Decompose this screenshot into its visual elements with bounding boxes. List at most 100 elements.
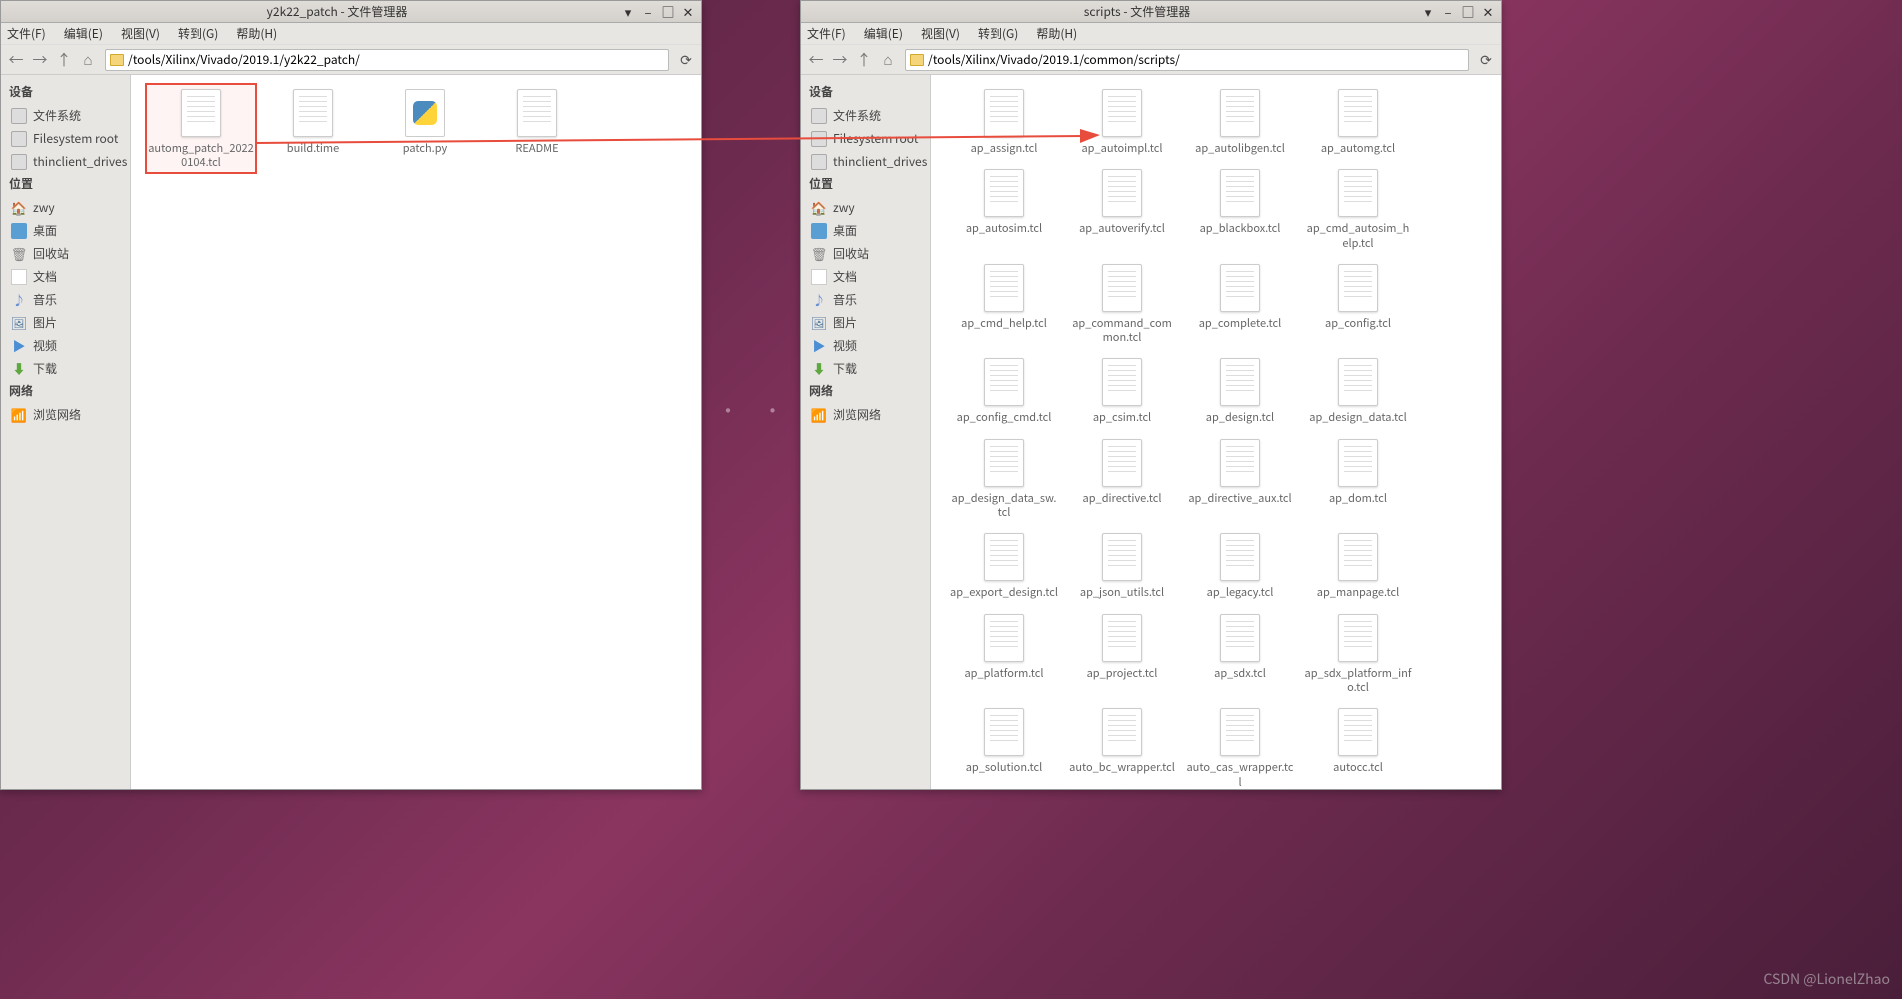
menu-edit[interactable]: 编辑(E) <box>64 25 103 42</box>
file-item[interactable]: ap_autosim.tcl <box>945 163 1063 254</box>
menu-view[interactable]: 视图(V) <box>121 25 160 42</box>
file-label: auto_bc_wrapper.tcl <box>1069 760 1175 774</box>
forward-icon[interactable]: → <box>829 49 851 71</box>
reload-icon[interactable]: ⟳ <box>1475 49 1497 71</box>
file-item[interactable]: ap_directive.tcl <box>1063 433 1181 524</box>
minimize-icon[interactable]: – <box>1439 5 1457 19</box>
file-item[interactable]: auto_cas_wrapper.tcl <box>1181 702 1299 789</box>
sidebar-item[interactable]: ▶视频 <box>801 334 930 357</box>
up-icon[interactable]: ↑ <box>53 49 75 71</box>
file-label: ap_platform.tcl <box>964 666 1043 680</box>
sidebar-item[interactable]: Filesystem root <box>1 127 130 150</box>
reload-icon[interactable]: ⟳ <box>675 49 697 71</box>
files-pane[interactable]: ap_assign.tclap_autoimpl.tclap_autolibge… <box>931 75 1501 789</box>
file-item[interactable]: README <box>481 83 593 174</box>
sidebar-item[interactable]: 文件系统 <box>801 104 930 127</box>
menu-view[interactable]: 视图(V) <box>921 25 960 42</box>
sidebar-item[interactable]: 🏠zwy <box>801 196 930 219</box>
file-item[interactable]: ap_platform.tcl <box>945 608 1063 699</box>
file-item[interactable]: ap_config_cmd.tcl <box>945 352 1063 428</box>
file-item[interactable]: ap_cmd_help.tcl <box>945 258 1063 349</box>
file-item[interactable]: ap_blackbox.tcl <box>1181 163 1299 254</box>
file-item[interactable]: ap_dom.tcl <box>1299 433 1417 524</box>
text-file-icon <box>1338 169 1378 217</box>
file-item[interactable]: ap_cmd_autosim_help.tcl <box>1299 163 1417 254</box>
dropdown-icon[interactable]: ▾ <box>619 5 637 19</box>
maximize-icon[interactable]: □ <box>1459 5 1477 19</box>
close-icon[interactable]: ✕ <box>1479 5 1497 19</box>
sidebar-item[interactable]: 文件系统 <box>1 104 130 127</box>
sidebar-item[interactable]: 🏠zwy <box>1 196 130 219</box>
file-item[interactable]: patch.py <box>369 83 481 174</box>
address-bar[interactable]: /tools/Xilinx/Vivado/2019.1/y2k22_patch/ <box>105 49 669 71</box>
sidebar-item[interactable]: 文档 <box>1 265 130 288</box>
menu-file[interactable]: 文件(F) <box>7 25 46 42</box>
file-item[interactable]: ap_assign.tcl <box>945 83 1063 159</box>
file-item[interactable]: ap_design_data.tcl <box>1299 352 1417 428</box>
sidebar-item[interactable]: ♪音乐 <box>1 288 130 311</box>
file-item[interactable]: ap_legacy.tcl <box>1181 527 1299 603</box>
back-icon[interactable]: ← <box>805 49 827 71</box>
file-item[interactable]: ap_design_data_sw.tcl <box>945 433 1063 524</box>
sidebar-item[interactable]: thinclient_drives <box>1 150 130 173</box>
sidebar-item-label: zwy <box>33 199 55 216</box>
sidebar-item[interactable]: 🖼图片 <box>801 311 930 334</box>
files-pane[interactable]: automg_patch_20220104.tclbuild.timepatch… <box>131 75 701 789</box>
titlebar[interactable]: y2k22_patch - 文件管理器 ▾ – □ ✕ <box>1 1 701 23</box>
file-item[interactable]: ap_config.tcl <box>1299 258 1417 349</box>
close-icon[interactable]: ✕ <box>679 5 697 19</box>
file-item[interactable]: ap_autoverify.tcl <box>1063 163 1181 254</box>
text-file-icon <box>984 533 1024 581</box>
file-item[interactable]: automg_patch_20220104.tcl <box>145 83 257 174</box>
file-item[interactable]: ap_autoimpl.tcl <box>1063 83 1181 159</box>
sidebar-item[interactable]: Filesystem root <box>801 127 930 150</box>
titlebar[interactable]: scripts - 文件管理器 ▾ – □ ✕ <box>801 1 1501 23</box>
file-item[interactable]: ap_solution.tcl <box>945 702 1063 789</box>
menu-file[interactable]: 文件(F) <box>807 25 846 42</box>
menu-goto[interactable]: 转到(G) <box>178 25 218 42</box>
sidebar-item[interactable]: 📶浏览网络 <box>801 403 930 426</box>
file-item[interactable]: auto_bc_wrapper.tcl <box>1063 702 1181 789</box>
file-item[interactable]: ap_autolibgen.tcl <box>1181 83 1299 159</box>
menu-goto[interactable]: 转到(G) <box>978 25 1018 42</box>
sidebar-item[interactable]: 桌面 <box>1 219 130 242</box>
sidebar-item[interactable]: 桌面 <box>801 219 930 242</box>
minimize-icon[interactable]: – <box>639 5 657 19</box>
file-item[interactable]: ap_sdx_platform_info.tcl <box>1299 608 1417 699</box>
file-item[interactable]: ap_directive_aux.tcl <box>1181 433 1299 524</box>
sidebar-item[interactable]: ♪音乐 <box>801 288 930 311</box>
sidebar-item[interactable]: 🗑回收站 <box>801 242 930 265</box>
file-item[interactable]: ap_design.tcl <box>1181 352 1299 428</box>
file-item[interactable]: build.time <box>257 83 369 174</box>
sidebar-item[interactable]: ▶视频 <box>1 334 130 357</box>
text-file-icon <box>984 708 1024 756</box>
file-item[interactable]: ap_manpage.tcl <box>1299 527 1417 603</box>
sidebar-item[interactable]: 📶浏览网络 <box>1 403 130 426</box>
file-item[interactable]: autocc.tcl <box>1299 702 1417 789</box>
home-icon[interactable]: ⌂ <box>877 49 899 71</box>
sidebar-item[interactable]: ⬇下载 <box>801 357 930 380</box>
file-item[interactable]: ap_json_utils.tcl <box>1063 527 1181 603</box>
back-icon[interactable]: ← <box>5 49 27 71</box>
file-item[interactable]: ap_project.tcl <box>1063 608 1181 699</box>
menu-help[interactable]: 帮助(H) <box>236 25 277 42</box>
file-item[interactable]: ap_csim.tcl <box>1063 352 1181 428</box>
file-item[interactable]: ap_export_design.tcl <box>945 527 1063 603</box>
sidebar-item[interactable]: thinclient_drives <box>801 150 930 173</box>
address-bar[interactable]: /tools/Xilinx/Vivado/2019.1/common/scrip… <box>905 49 1469 71</box>
menu-help[interactable]: 帮助(H) <box>1036 25 1077 42</box>
sidebar-item[interactable]: 🖼图片 <box>1 311 130 334</box>
forward-icon[interactable]: → <box>29 49 51 71</box>
file-item[interactable]: ap_command_common.tcl <box>1063 258 1181 349</box>
sidebar-item[interactable]: ⬇下载 <box>1 357 130 380</box>
home-icon[interactable]: ⌂ <box>77 49 99 71</box>
up-icon[interactable]: ↑ <box>853 49 875 71</box>
maximize-icon[interactable]: □ <box>659 5 677 19</box>
dropdown-icon[interactable]: ▾ <box>1419 5 1437 19</box>
file-item[interactable]: ap_automg.tcl <box>1299 83 1417 159</box>
file-item[interactable]: ap_sdx.tcl <box>1181 608 1299 699</box>
sidebar-item[interactable]: 🗑回收站 <box>1 242 130 265</box>
menu-edit[interactable]: 编辑(E) <box>864 25 903 42</box>
file-item[interactable]: ap_complete.tcl <box>1181 258 1299 349</box>
sidebar-item[interactable]: 文档 <box>801 265 930 288</box>
